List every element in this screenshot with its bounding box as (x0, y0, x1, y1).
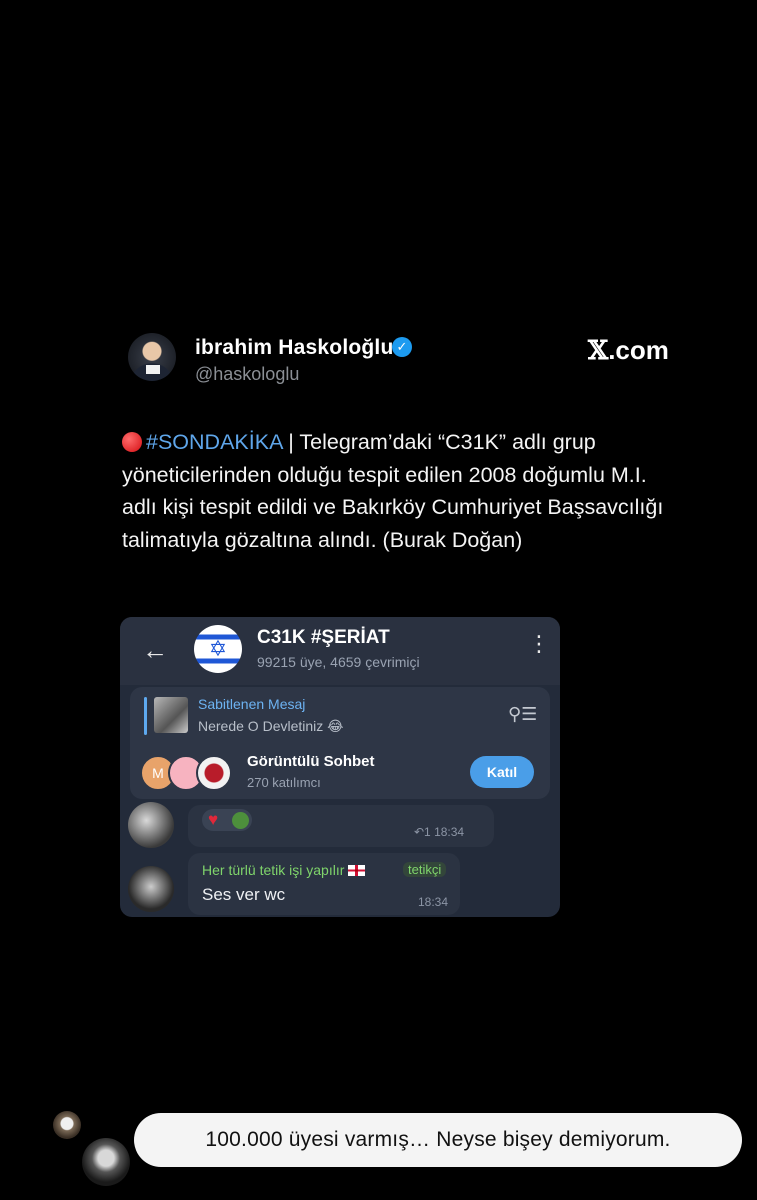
participant-avatar (196, 755, 232, 791)
reaction-chip: ♥ (202, 809, 252, 831)
x-com-logo: 𝕏.com (588, 335, 669, 366)
group-avatar: ✡ (194, 625, 242, 673)
hashtag-link[interactable]: #SONDAKİKA (146, 430, 282, 454)
flag-icon (348, 865, 366, 876)
back-arrow-icon: ← (142, 635, 168, 665)
join-button: Katıl (470, 756, 534, 788)
reply-author-avatar[interactable] (82, 1138, 130, 1186)
sender-tag: tetikçi (403, 862, 447, 877)
x-com-suffix: .com (608, 335, 669, 365)
video-chat-title: Görüntülü Sohbet (247, 753, 375, 770)
reply-bubble[interactable]: 100.000 üyesi varmış… Neyse bişey demiyo… (134, 1113, 742, 1167)
video-chat-participants: 270 katılımcı (247, 775, 321, 790)
author-avatar[interactable] (128, 333, 176, 381)
message-bubble: Her türlü tetik işi yapılır tetikçi Ses … (188, 853, 460, 915)
reactor-avatar (232, 812, 249, 829)
sender-name: Her türlü tetik işi yapılır (202, 862, 366, 878)
x-logo-icon: 𝕏 (588, 336, 609, 366)
video-chat-banner: M Görüntülü Sohbet 270 katılımcı Katıl (130, 745, 550, 799)
telegram-header: ← ✡ C31K #ŞERİAT 99215 üye, 4659 çevrimi… (120, 617, 560, 685)
telegram-screenshot[interactable]: ← ✡ C31K #ŞERİAT 99215 üye, 4659 çevrimi… (120, 617, 560, 917)
tweet-text: #SONDAKİKA | Telegram’daki “C31K” adlı g… (122, 426, 682, 556)
pinned-title: Sabitlenen Mesaj (198, 696, 306, 712)
pinned-accent-bar (144, 697, 147, 735)
message-text: Ses ver wc (202, 885, 286, 904)
heart-icon: ♥ (208, 810, 219, 829)
sender-name-text: Her türlü tetik işi yapılır (202, 862, 345, 878)
sender-avatar (128, 866, 174, 912)
kebab-menu-icon: ⋮ (528, 631, 550, 656)
pinned-thumbnail (154, 697, 188, 733)
pinned-text: Nerede O Devletiniz 😂 (198, 718, 344, 734)
sender-avatar (128, 802, 174, 848)
message-bubble: ♥ ↶1 18:34 (188, 805, 494, 847)
red-circle-icon (122, 432, 142, 452)
reply-text: 100.000 üyesi varmış… Neyse bişey demiyo… (205, 1128, 671, 1151)
author-name[interactable]: ibrahim Haskoloğlu (195, 336, 393, 360)
message-time: 18:34 (418, 895, 449, 909)
group-subtitle: 99215 üye, 4659 çevrimiçi (257, 654, 420, 670)
viewer-avatar[interactable] (53, 1111, 81, 1139)
message-meta: ↶1 18:34 (414, 825, 465, 839)
verified-badge-icon: ✓ (392, 337, 412, 357)
author-handle[interactable]: @haskologlu (195, 364, 299, 385)
star-of-david-icon: ✡ (208, 636, 228, 661)
unpin-list-icon: ⚲☰ (508, 704, 538, 724)
group-title: C31K #ŞERİAT (257, 627, 390, 648)
pinned-message: Sabitlenen Mesaj Nerede O Devletiniz 😂 ⚲… (130, 687, 550, 746)
